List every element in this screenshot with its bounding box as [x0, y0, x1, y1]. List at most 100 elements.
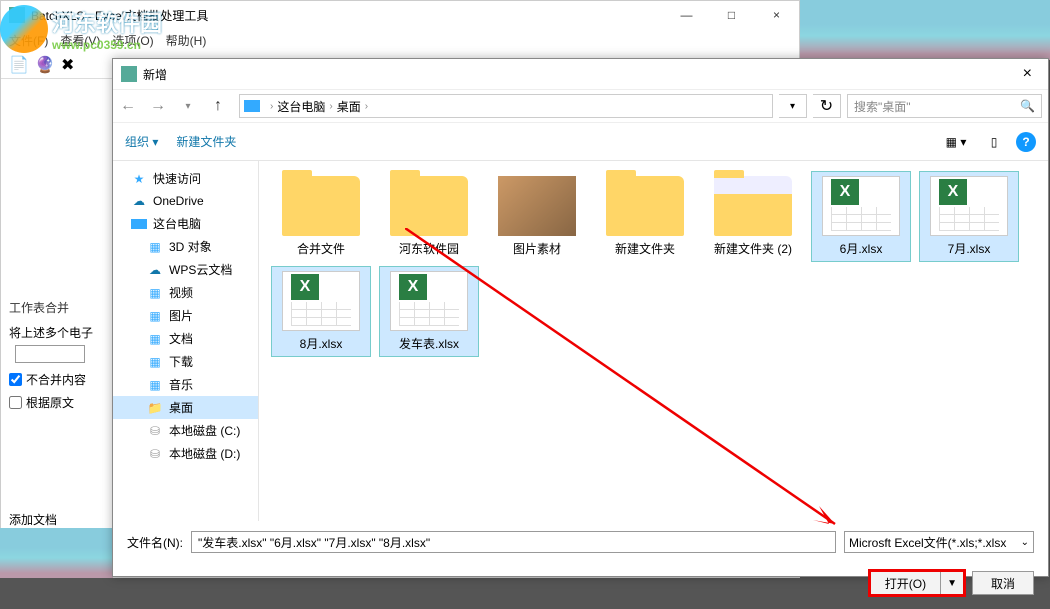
- file-item[interactable]: 新建文件夹 (2): [703, 171, 803, 262]
- file-item[interactable]: X 8月.xlsx: [271, 266, 371, 357]
- nav-refresh-button[interactable]: ↻: [813, 94, 841, 118]
- filetype-value: Microsft Excel文件(*.xls;*.xlsx: [849, 534, 1006, 551]
- tree-item-label: 图片: [169, 307, 193, 324]
- bg-section-title: 工作表合并: [9, 299, 108, 316]
- file-list[interactable]: 合并文件河东软件园 图片素材 新建文件夹 新建文件夹 (2) X 6月.xlsx X7月.x…: [259, 161, 1048, 521]
- file-name-label: 8月.xlsx: [276, 335, 366, 352]
- view-mode-button[interactable]: ▦ ▾: [940, 130, 972, 154]
- breadcrumb[interactable]: › 这台电脑 › 桌面 ›: [239, 94, 773, 118]
- bg-label-1: 将上述多个电子: [9, 324, 108, 341]
- tree-item-label: 文档: [169, 330, 193, 347]
- chevron-right-icon: ›: [329, 101, 332, 112]
- tree-item[interactable]: ▦ 音乐: [113, 373, 258, 396]
- nav-back-button[interactable]: ←: [113, 91, 143, 121]
- folder-icon: 📁: [147, 400, 163, 416]
- organize-button[interactable]: 组织 ▾: [125, 133, 158, 150]
- tree-item[interactable]: ▦ 图片: [113, 304, 258, 327]
- nav-forward-button: →: [143, 91, 173, 121]
- blue-icon: ▦: [147, 308, 163, 324]
- nav-recent-button[interactable]: ▾: [173, 91, 203, 121]
- file-item[interactable]: X 6月.xlsx: [811, 171, 911, 262]
- filetype-select[interactable]: Microsft Excel文件(*.xls;*.xlsx ⌄: [844, 531, 1034, 553]
- help-button[interactable]: ?: [1016, 132, 1036, 152]
- file-name-label: 图片素材: [492, 240, 582, 257]
- file-name-label: 新建文件夹 (2): [708, 240, 798, 257]
- tree-item-label: 桌面: [169, 399, 193, 416]
- file-item[interactable]: 河东软件园: [379, 171, 479, 262]
- file-name-label: 新建文件夹: [600, 240, 690, 257]
- search-placeholder: 搜索"桌面": [854, 98, 911, 115]
- tree-item[interactable]: 📁 桌面: [113, 396, 258, 419]
- watermark-title: 河东软件园: [52, 6, 162, 38]
- folder-icon: [606, 176, 684, 236]
- dialog-title: 新增: [143, 66, 167, 83]
- watermark-url: www.pc0359.cn: [52, 38, 162, 52]
- file-name-label: 6月.xlsx: [816, 240, 906, 257]
- dialog-close-button[interactable]: ×: [1015, 65, 1040, 83]
- tree-item-label: WPS云文档: [169, 261, 232, 278]
- tree-item[interactable]: ⛁ 本地磁盘 (C:): [113, 419, 258, 442]
- tree-item[interactable]: ★ 快速访问: [113, 167, 258, 190]
- star-icon: ★: [131, 171, 147, 187]
- file-item[interactable]: 合并文件: [271, 171, 371, 262]
- file-open-dialog: 新增 × ← → ▾ ↑ › 这台电脑 › 桌面 › ▾ ↻ 搜索"桌面" 🔍 …: [112, 58, 1049, 577]
- filename-input[interactable]: [191, 531, 836, 553]
- tree-item-label: 本地磁盘 (C:): [169, 422, 240, 439]
- blue-icon: ▦: [147, 285, 163, 301]
- new-folder-button[interactable]: 新建文件夹: [176, 133, 236, 150]
- file-item[interactable]: 新建文件夹: [595, 171, 695, 262]
- bg-input-1[interactable]: [15, 345, 85, 363]
- blue-icon: ▦: [147, 377, 163, 393]
- tree-item[interactable]: ☁ OneDrive: [113, 190, 258, 212]
- dialog-titlebar[interactable]: 新增 ×: [113, 59, 1048, 89]
- tree-item-label: OneDrive: [153, 194, 204, 208]
- cancel-button[interactable]: 取消: [972, 571, 1034, 595]
- bg-checkbox-2[interactable]: 根据原文: [9, 394, 108, 411]
- watermark: 河东软件园 www.pc0359.cn: [0, 5, 162, 53]
- search-icon[interactable]: 🔍: [1020, 99, 1035, 113]
- bg-tool-icon-1[interactable]: 📄: [9, 55, 29, 75]
- pc-icon: [131, 219, 147, 229]
- open-button[interactable]: 打开(O) ▼: [870, 571, 964, 595]
- tree-item[interactable]: 这台电脑: [113, 212, 258, 235]
- xlsx-icon: X: [822, 176, 900, 236]
- disk-icon: ⛁: [147, 446, 163, 462]
- bg-min-button[interactable]: —: [664, 1, 709, 29]
- tree-item[interactable]: ▦文档: [113, 327, 258, 350]
- file-item[interactable]: X7月.xlsx: [919, 171, 1019, 262]
- dialog-buttons: 打开(O) ▼ 取消: [113, 563, 1048, 609]
- folder-tree[interactable]: ★快速访问☁OneDrive这台电脑▦3D 对象☁WPS云文档▦视频▦图片▦文档…: [113, 161, 259, 521]
- breadcrumb-pc[interactable]: 这台电脑: [277, 98, 325, 115]
- dialog-toolbar: 组织 ▾ 新建文件夹 ▦ ▾ ▯ ?: [113, 123, 1048, 161]
- nav-up-button[interactable]: ↑: [203, 91, 233, 121]
- preview-pane-button[interactable]: ▯: [978, 130, 1010, 154]
- bg-window-controls: — □ ×: [664, 1, 799, 29]
- tree-item[interactable]: ▦3D 对象: [113, 235, 258, 258]
- tree-item[interactable]: ☁WPS云文档: [113, 258, 258, 281]
- bg-max-button[interactable]: □: [709, 1, 754, 29]
- disk-icon: ⛁: [147, 423, 163, 439]
- bg-checkbox-1[interactable]: 不合并内容: [9, 371, 108, 388]
- bg-tool-icon-3[interactable]: ✖: [61, 55, 81, 75]
- open-button-label: 打开(O): [871, 572, 941, 594]
- tree-item-label: 音乐: [169, 376, 193, 393]
- blue-icon: ▦: [147, 239, 163, 255]
- breadcrumb-desktop[interactable]: 桌面: [337, 98, 361, 115]
- search-input[interactable]: 搜索"桌面" 🔍: [847, 94, 1042, 118]
- xlsx-icon: X: [282, 271, 360, 331]
- file-name-label: 河东软件园: [384, 240, 474, 257]
- file-item[interactable]: 图片素材: [487, 171, 587, 262]
- tree-item[interactable]: ▦下载: [113, 350, 258, 373]
- nav-path-dropdown[interactable]: ▾: [779, 94, 807, 118]
- tree-item[interactable]: ▦视频: [113, 281, 258, 304]
- open-dropdown-icon[interactable]: ▼: [941, 578, 963, 589]
- tree-item-label: 这台电脑: [153, 215, 201, 232]
- menu-help[interactable]: 帮助(H): [166, 32, 207, 49]
- tree-item-label: 快速访问: [153, 170, 201, 187]
- cloud-icon: ☁: [131, 193, 147, 209]
- tree-item[interactable]: ⛁本地磁盘 (D:): [113, 442, 258, 465]
- file-item[interactable]: X发车表.xlsx: [379, 266, 479, 357]
- bg-left-panel: 工作表合并 将上述多个电子 不合并内容 根据原文: [1, 291, 116, 425]
- bg-tool-icon-2[interactable]: 🔮: [35, 55, 55, 75]
- bg-close-button[interactable]: ×: [754, 1, 799, 29]
